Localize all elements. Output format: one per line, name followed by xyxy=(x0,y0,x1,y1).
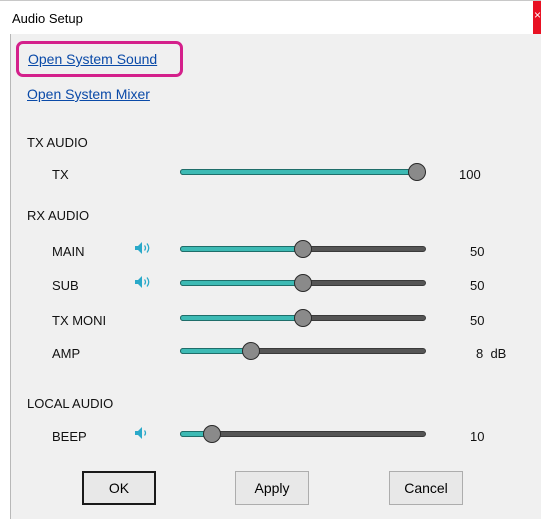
open-system-mixer-link[interactable]: Open System Mixer xyxy=(27,86,150,102)
tx-moni-slider[interactable] xyxy=(180,309,426,329)
title-bar: Audio Setup × xyxy=(0,0,541,35)
ok-button[interactable]: OK xyxy=(82,471,156,505)
speaker-icon[interactable] xyxy=(134,426,152,440)
speaker-icon[interactable] xyxy=(134,275,152,289)
slider-fill xyxy=(180,169,417,175)
apply-button[interactable]: Apply xyxy=(235,471,309,505)
slider-fill xyxy=(180,246,303,252)
main-value: 50 xyxy=(470,244,485,259)
sub-slider[interactable] xyxy=(180,274,426,294)
tx-label: TX xyxy=(52,167,69,182)
window-title: Audio Setup xyxy=(12,11,83,26)
slider-thumb[interactable] xyxy=(294,240,312,258)
speaker-icon[interactable] xyxy=(134,241,152,255)
main-label: MAIN xyxy=(52,244,85,259)
tx-audio-section-label: TX AUDIO xyxy=(27,135,88,150)
slider-fill xyxy=(180,348,251,354)
beep-value: 10 xyxy=(470,429,485,444)
sub-label: SUB xyxy=(52,278,79,293)
close-button[interactable]: × xyxy=(533,1,541,35)
beep-label: BEEP xyxy=(52,429,87,444)
slider-thumb[interactable] xyxy=(408,163,426,181)
tx-value: 100 xyxy=(459,167,481,182)
slider-fill xyxy=(180,315,303,321)
slider-thumb[interactable] xyxy=(202,425,221,443)
amp-value: 8 dB xyxy=(476,346,507,361)
cancel-button[interactable]: Cancel xyxy=(389,471,463,505)
beep-slider[interactable] xyxy=(180,425,426,445)
rx-audio-section-label: RX AUDIO xyxy=(27,208,90,223)
open-system-sound-link[interactable]: Open System Sound xyxy=(28,51,157,67)
slider-thumb[interactable] xyxy=(241,342,260,360)
main-slider[interactable] xyxy=(180,240,426,260)
close-icon: × xyxy=(534,8,541,22)
slider-thumb[interactable] xyxy=(294,274,312,292)
amp-label: AMP xyxy=(52,346,81,361)
slider-thumb[interactable] xyxy=(294,309,312,327)
sub-value: 50 xyxy=(470,278,485,293)
slider-fill xyxy=(180,280,303,286)
amp-slider[interactable] xyxy=(180,342,426,362)
tx-slider[interactable] xyxy=(180,163,426,183)
local-audio-section-label: LOCAL AUDIO xyxy=(27,396,114,411)
tx-moni-label: TX MONI xyxy=(52,313,107,328)
tx-moni-value: 50 xyxy=(470,313,485,328)
